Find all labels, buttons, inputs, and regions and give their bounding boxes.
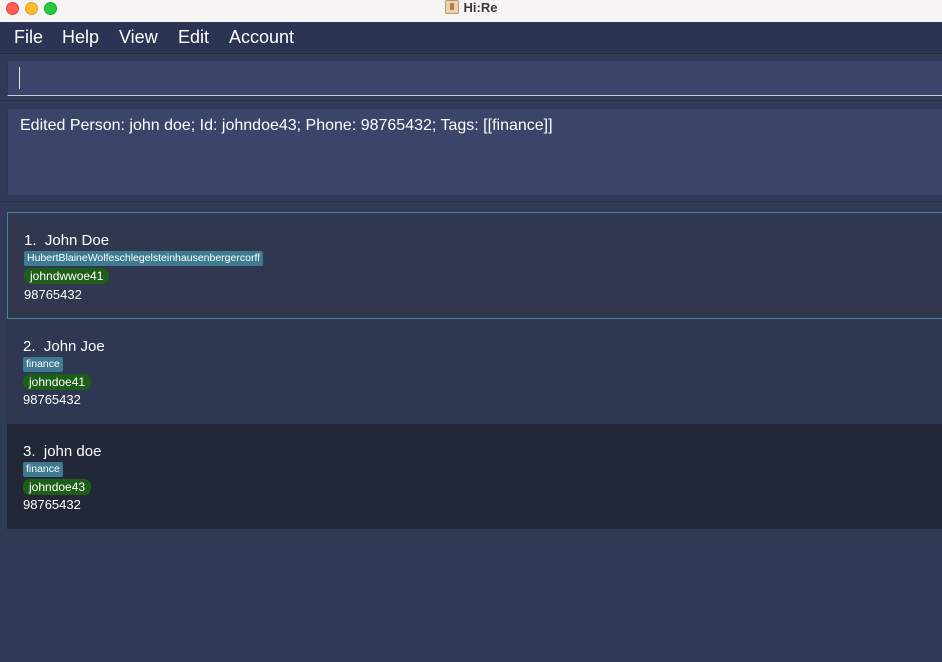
menu-edit[interactable]: Edit [178,27,209,48]
person-index: 1. [24,232,37,249]
tag-label: finance [23,357,63,372]
phone-number: 98765432 [23,497,81,512]
menu-help[interactable]: Help [62,27,99,48]
person-name-text: john doe [43,443,102,460]
command-input[interactable] [18,65,922,91]
command-box [7,60,942,96]
divider [0,201,942,202]
person-name-text: John Joe [43,338,105,355]
result-text: Edited Person: john doe; Id: johndoe43; … [20,117,553,134]
person-index: 2. [23,338,36,355]
person-name: 3. john doe [23,443,101,460]
person-name: 1. John Doe [24,232,109,249]
menu-account[interactable]: Account [229,27,294,48]
menu-view[interactable]: View [119,27,158,48]
title-bar: Hi:Re [0,0,942,23]
app-window: Hi:Re File Help View Edit Account Edited… [0,0,942,662]
person-card-1[interactable]: 1. John Doe HubertBlaineWolfeschlegelste… [7,212,942,319]
person-card-2[interactable]: 2. John Joe finance johndoe41 98765432 [7,319,942,424]
id-badge: johndwwoe41 [24,268,110,284]
id-badge: johndoe43 [23,479,92,495]
tag-label: HubertBlaineWolfeschlegelsteinhausenberg… [24,251,264,266]
id-badge: johndoe41 [23,374,92,390]
person-index: 3. [23,443,36,460]
person-list[interactable]: 1. John Doe HubertBlaineWolfeschlegelste… [7,212,942,529]
app-icon [444,0,459,14]
result-display: Edited Person: john doe; Id: johndoe43; … [7,108,942,196]
menu-file[interactable]: File [14,27,43,48]
phone-number: 98765432 [23,392,81,407]
text-caret [19,67,20,89]
window-title: Hi:Re [463,0,498,15]
tag-label: finance [23,462,63,477]
phone-number: 98765432 [24,287,82,302]
person-name: 2. John Joe [23,338,105,355]
person-name-text: John Doe [44,232,110,249]
divider [0,100,942,101]
menu-bar: File Help View Edit Account [0,22,942,54]
window-title-wrap: Hi:Re [0,0,942,16]
person-card-3[interactable]: 3. john doe finance johndoe43 98765432 [7,424,942,529]
